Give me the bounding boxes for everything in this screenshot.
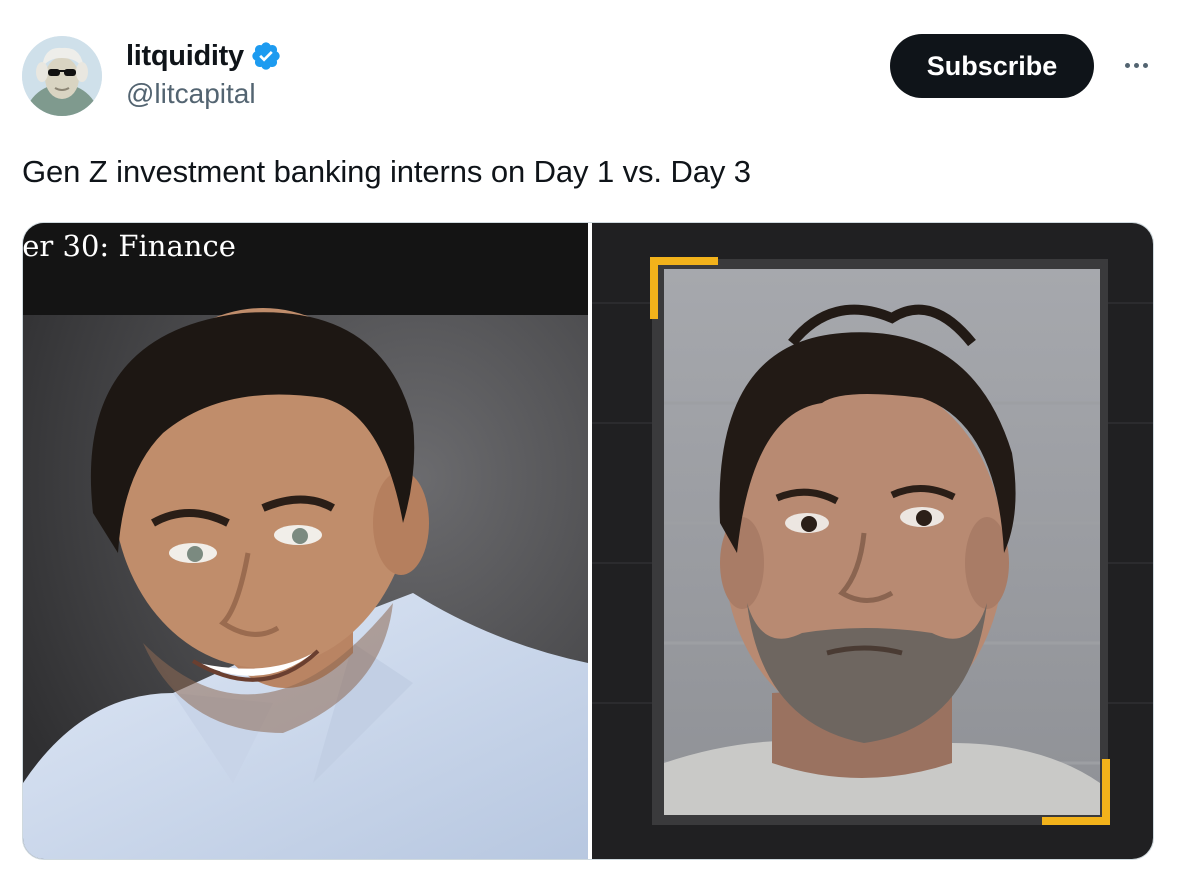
media-image-right[interactable]: [592, 223, 1153, 859]
author-avatar[interactable]: [22, 36, 102, 116]
tweet-media[interactable]: ler 30: Finance: [22, 222, 1154, 860]
author-name-row[interactable]: litquidity: [126, 36, 282, 76]
sunglasses-portrait-avatar: [22, 36, 102, 116]
tweet-text: Gen Z investment banking interns on Day …: [22, 154, 751, 189]
subscribe-button[interactable]: Subscribe: [890, 34, 1094, 98]
dot: [1124, 62, 1130, 68]
more-options-icon[interactable]: [1116, 50, 1156, 80]
verified-badge-icon[interactable]: [250, 40, 282, 72]
smiling-man-portrait-image: [23, 223, 588, 859]
image-caption: ler 30: Finance: [23, 229, 236, 263]
mugshot-portrait-image: [592, 223, 1153, 859]
author-handle[interactable]: @litcapital: [126, 78, 256, 110]
dot: [1133, 62, 1139, 68]
author-display-name[interactable]: litquidity: [126, 40, 244, 73]
media-image-left[interactable]: ler 30: Finance: [23, 223, 588, 859]
dot: [1142, 62, 1148, 68]
